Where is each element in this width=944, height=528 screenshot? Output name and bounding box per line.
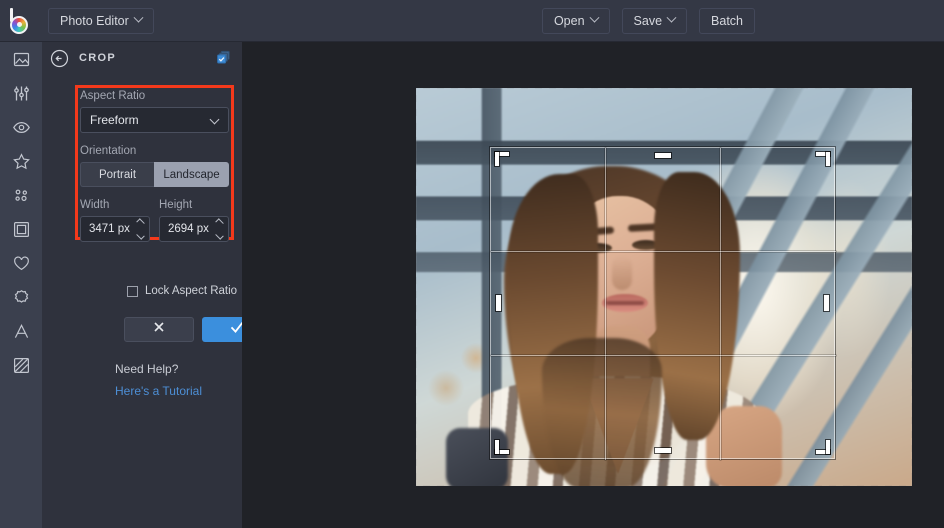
stepper-up-icon[interactable]: [215, 218, 223, 226]
crop-handle-middle-right[interactable]: [824, 295, 829, 311]
width-stepper[interactable]: [137, 220, 144, 238]
crop-handle-top-left[interactable]: [495, 152, 509, 166]
sidebar-item-image[interactable]: [0, 42, 42, 76]
height-stepper[interactable]: [216, 220, 223, 238]
crop-handle-bottom-left[interactable]: [495, 440, 509, 454]
stepper-down-icon[interactable]: [215, 231, 223, 239]
star-icon: [12, 152, 31, 171]
grid-line-horizontal-1: [491, 251, 836, 252]
grid-line-vertical-2: [720, 148, 721, 460]
sidebar-item-effects[interactable]: [0, 110, 42, 144]
tutorial-link[interactable]: Here's a Tutorial: [115, 384, 202, 398]
back-arrow-icon[interactable]: [50, 49, 69, 68]
orientation-landscape-button[interactable]: Landscape: [154, 162, 229, 187]
crop-handle-top-right[interactable]: [816, 152, 830, 166]
editor-canvas[interactable]: [242, 42, 944, 528]
crop-handle-bottom-center[interactable]: [655, 448, 671, 453]
orientation-segmented-control: Portrait Landscape: [80, 162, 229, 187]
crop-tool-panel: CROP Aspect Ratio Freeform Orientation P: [42, 42, 242, 528]
heart-icon: [12, 254, 31, 273]
stepper-up-icon[interactable]: [136, 218, 144, 226]
save-button[interactable]: Save: [622, 8, 688, 34]
frame-icon: [12, 220, 31, 239]
duplicate-layers-icon[interactable]: [216, 50, 232, 66]
help-question: Need Help?: [115, 362, 178, 376]
page-title: CROP: [79, 52, 116, 64]
orientation-portrait-button[interactable]: Portrait: [80, 162, 154, 187]
stepper-down-icon[interactable]: [136, 231, 144, 239]
crop-handle-bottom-right[interactable]: [816, 440, 830, 454]
app-menu-button[interactable]: Photo Editor: [48, 8, 154, 34]
width-value: 3471 px: [89, 223, 130, 235]
chevron-down-icon: [210, 115, 220, 125]
sidebar-item-shapes[interactable]: [0, 246, 42, 280]
sidebar-item-adjust[interactable]: [0, 76, 42, 110]
lock-aspect-ratio-row[interactable]: Lock Aspect Ratio: [127, 285, 237, 297]
help-section: Need Help? Here's a Tutorial: [115, 360, 202, 398]
batch-label: Batch: [711, 14, 743, 28]
sidebar-item-stickers[interactable]: [0, 280, 42, 314]
grid-line-horizontal-2: [491, 355, 836, 356]
chevron-down-icon: [133, 13, 143, 23]
brand-logo-icon[interactable]: [0, 0, 42, 42]
aspect-ratio-value: Freeform: [90, 113, 139, 127]
particles-icon: [12, 186, 31, 205]
image-icon: [12, 50, 31, 69]
aspect-ratio-select[interactable]: Freeform: [80, 107, 229, 133]
open-button[interactable]: Open: [542, 8, 610, 34]
sidebar-item-frames[interactable]: [0, 212, 42, 246]
sliders-icon: [12, 84, 31, 103]
grid-line-vertical-1: [605, 148, 606, 460]
chevron-down-icon: [667, 13, 677, 23]
photo-editor-app: Photo Editor Open Save Batch: [0, 0, 944, 528]
height-value: 2694 px: [168, 223, 209, 235]
width-field-group: Width 3471 px: [80, 199, 150, 242]
crop-handle-middle-left[interactable]: [496, 295, 501, 311]
badge-icon: [12, 288, 31, 307]
sidebar-item-texture[interactable]: [0, 348, 42, 382]
height-label: Height: [159, 199, 229, 211]
photo-preview[interactable]: [416, 88, 912, 486]
save-label: Save: [634, 14, 663, 28]
spacer: [80, 133, 229, 145]
sidebar-item-particles[interactable]: [0, 178, 42, 212]
lock-aspect-ratio-checkbox[interactable]: [127, 286, 138, 297]
crop-handle-top-center[interactable]: [655, 153, 671, 158]
lock-aspect-ratio-label: Lock Aspect Ratio: [145, 285, 237, 297]
crop-form: Aspect Ratio Freeform Orientation Portra…: [80, 90, 229, 242]
text-a-icon: [12, 322, 31, 341]
sidebar-item-favorites[interactable]: [0, 144, 42, 178]
width-input[interactable]: 3471 px: [80, 216, 150, 242]
cancel-button[interactable]: [124, 317, 194, 342]
dimension-fields: Width 3471 px Height 2694 px: [80, 199, 229, 242]
sidebar-item-text[interactable]: [0, 314, 42, 348]
aspect-ratio-label: Aspect Ratio: [80, 90, 229, 102]
chevron-down-icon: [589, 13, 599, 23]
open-label: Open: [554, 14, 585, 28]
toolbar-actions: Open Save Batch: [536, 8, 944, 34]
panel-header: CROP: [42, 42, 242, 74]
batch-button[interactable]: Batch: [699, 8, 755, 34]
close-x-icon: [152, 320, 166, 339]
eye-icon: [12, 118, 31, 137]
orientation-label: Orientation: [80, 145, 229, 157]
app-menu-label: Photo Editor: [60, 14, 129, 28]
top-toolbar: Photo Editor Open Save Batch: [0, 0, 944, 42]
texture-icon: [12, 356, 31, 375]
height-field-group: Height 2694 px: [159, 199, 229, 242]
height-input[interactable]: 2694 px: [159, 216, 229, 242]
crop-selection[interactable]: [490, 147, 835, 459]
width-label: Width: [80, 199, 150, 211]
spacer: [80, 187, 229, 199]
tool-rail: [0, 42, 42, 528]
